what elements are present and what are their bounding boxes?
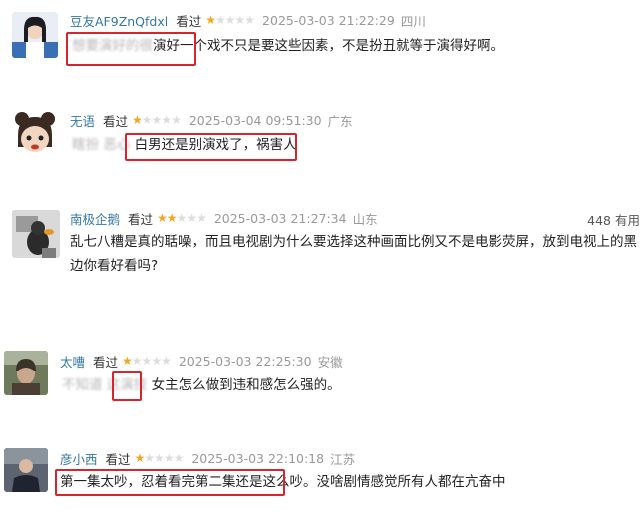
rating-stars: ★★★★★	[122, 354, 172, 368]
review-date: 2025-03-03 21:22:29	[262, 12, 395, 28]
review-item: 无语 看过 ★★★★★ 2025-03-04 09:51:30 广东 瞎扮 恶心…	[0, 95, 640, 190]
review-location: 广东	[327, 113, 353, 129]
avatar[interactable]	[10, 107, 60, 157]
status-label: 看过	[176, 13, 202, 29]
status-label: 看过	[103, 113, 129, 129]
username-link[interactable]: 太嘈	[60, 352, 85, 371]
status-label: 看过	[93, 354, 119, 370]
avatar[interactable]	[4, 448, 48, 492]
review-item: 太嘈 看过 ★★★★★ 2025-03-03 22:25:30 安徽 不知道 这…	[0, 345, 640, 440]
username-link[interactable]: 彦小西	[60, 449, 98, 468]
comment-text: 乱七八糟是真的聒噪，而且电视剧为什么要选择这种画面比例又不是电影荧屏，放到电视上…	[70, 234, 637, 274]
rating-stars: ★★★★★	[132, 113, 182, 127]
status-label: 看过	[128, 211, 154, 227]
avatar[interactable]	[12, 12, 58, 58]
review-meta: 南极企鹅 看过 ★★★★★ 2025-03-03 21:27:34 山东	[70, 208, 378, 228]
review-date: 2025-03-03 22:10:18	[191, 450, 325, 466]
review-meta: 豆友AF9ZnQfdxl 看过 ★★★★★ 2025-03-03 21:22:2…	[70, 10, 426, 30]
comment-text: 演好一个戏不只是要这些因素，不是扮丑就等于演得好啊。	[153, 38, 504, 54]
comment-text: 女主怎么做到违和感怎么强的。	[151, 377, 341, 393]
highlight-box	[55, 469, 285, 496]
review-location: 江苏	[330, 451, 356, 467]
review-location: 安徽	[317, 354, 343, 370]
highlight-box	[125, 133, 297, 161]
review-item: 豆友AF9ZnQfdxl 看过 ★★★★★ 2025-03-03 21:22:2…	[0, 0, 640, 95]
review-meta: 彦小西 看过 ★★★★★ 2025-03-03 22:10:18 江苏	[60, 448, 355, 468]
username-link[interactable]: 南极企鹅	[70, 209, 120, 228]
avatar[interactable]	[12, 210, 60, 258]
avatar[interactable]	[4, 351, 48, 395]
review-date: 2025-03-03 21:27:34	[213, 210, 347, 226]
useful-votes[interactable]: 448 有用	[587, 210, 640, 229]
rating-stars: ★★★★★	[157, 211, 207, 225]
rating-stars: ★★★★★	[134, 451, 185, 465]
review-meta: 太嘈 看过 ★★★★★ 2025-03-03 22:25:30 安徽	[60, 351, 343, 371]
username-link[interactable]: 无语	[70, 111, 95, 130]
review-location: 山东	[352, 211, 378, 227]
comment-text: 没啥剧情感觉所有人都在亢奋中	[316, 474, 506, 490]
highlight-box	[66, 32, 196, 66]
review-date: 2025-03-03 22:25:30	[178, 353, 312, 369]
username-link[interactable]: 豆友AF9ZnQfdxl	[70, 11, 168, 30]
status-label: 看过	[105, 451, 131, 467]
review-item: 彦小西 看过 ★★★★★ 2025-03-03 22:10:18 江苏 第一集太…	[0, 440, 640, 516]
review-meta: 无语 看过 ★★★★★ 2025-03-04 09:51:30 广东	[70, 110, 353, 130]
highlight-box	[112, 371, 142, 401]
review-location: 四川	[400, 13, 426, 29]
review-text: 不知道 这演技 女主怎么做到违和感怎么强的。	[62, 373, 341, 397]
rating-stars: ★★★★★	[205, 13, 255, 27]
blurred-text: 瞎扮 恶心	[72, 137, 131, 153]
review-item: 南极企鹅 看过 ★★★★★ 2025-03-03 21:27:34 山东 448…	[0, 200, 640, 330]
review-date: 2025-03-04 09:51:30	[188, 112, 322, 128]
